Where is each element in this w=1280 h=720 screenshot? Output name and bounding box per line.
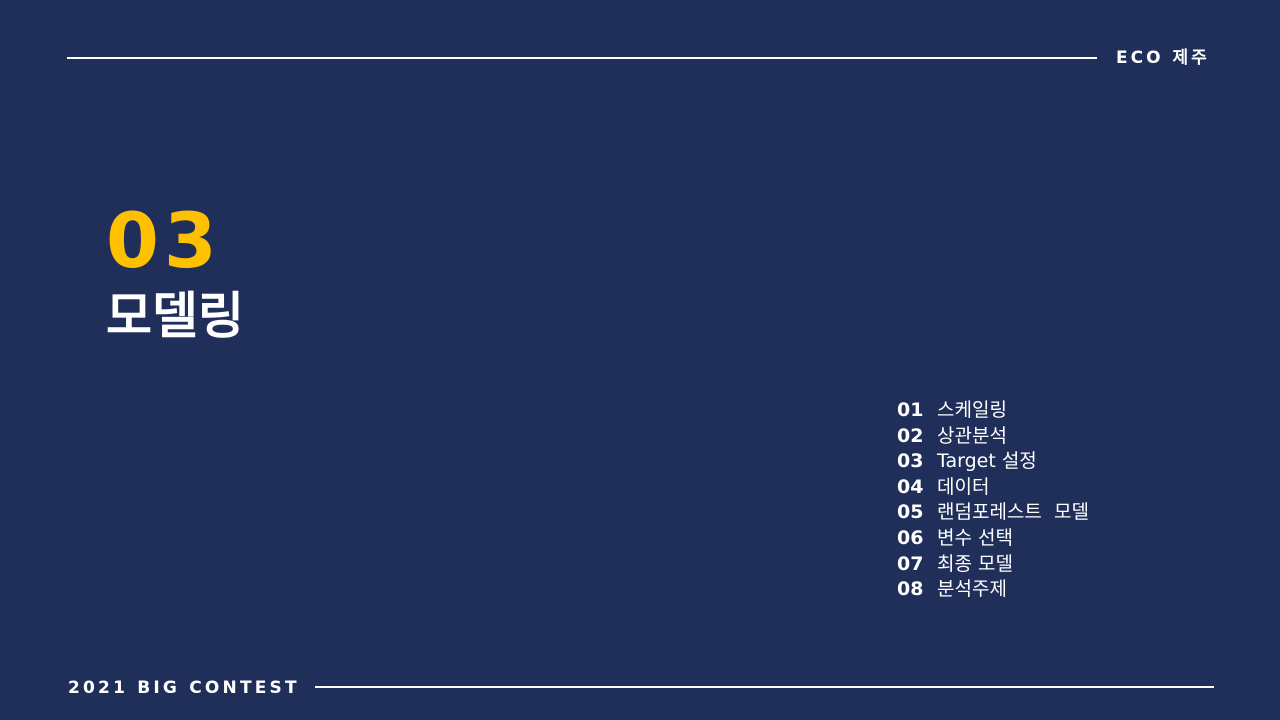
toc-item-number: 08 — [897, 578, 924, 601]
toc-item: 05 랜덤포레스트 모델 — [897, 500, 1089, 526]
section-title: 모델링 — [106, 287, 244, 345]
table-of-contents: 01 스케일링 02 상관분석 03 Target 설정 04 데이터 05 랜덤포레스트… — [897, 398, 1089, 603]
toc-item: 06 변수 선택 — [897, 526, 1089, 552]
toc-item-label: 분석주제 — [937, 578, 1007, 601]
toc-item-label: 상관분석 — [937, 424, 1007, 447]
toc-item: 08 분석주제 — [897, 577, 1089, 603]
toc-item: 07 최종 모델 — [897, 552, 1089, 578]
toc-item-label: 최종 모델 — [937, 552, 1013, 575]
toc-item-label: 스케일링 — [937, 399, 1007, 421]
toc-item: 01 스케일링 — [897, 398, 1089, 424]
toc-item-number: 06 — [897, 526, 924, 549]
toc-item: 03 Target 설정 — [897, 449, 1089, 475]
toc-item-number: 02 — [897, 424, 924, 447]
header-brand: ECO 제주 — [1116, 48, 1210, 68]
toc-item-label: 변수 선택 — [937, 526, 1013, 549]
toc-item-number: 05 — [897, 501, 924, 524]
section-number: 03 — [106, 196, 222, 285]
toc-item-label: Target 설정 — [937, 450, 1037, 473]
toc-item-number: 04 — [897, 475, 924, 498]
toc-item-number: 01 — [897, 399, 924, 421]
header-divider-line — [67, 57, 1097, 59]
footer-divider-line — [315, 686, 1214, 688]
toc-item: 04 데이터 — [897, 475, 1089, 501]
toc-item-label: 데이터 — [937, 475, 990, 498]
toc-item-label: 랜덤포레스트 모델 — [937, 501, 1089, 524]
toc-item-number: 03 — [897, 450, 924, 473]
footer-brand: 2021 BIG CONTEST — [68, 678, 300, 698]
toc-item-number: 07 — [897, 552, 924, 575]
toc-item: 02 상관분석 — [897, 424, 1089, 450]
